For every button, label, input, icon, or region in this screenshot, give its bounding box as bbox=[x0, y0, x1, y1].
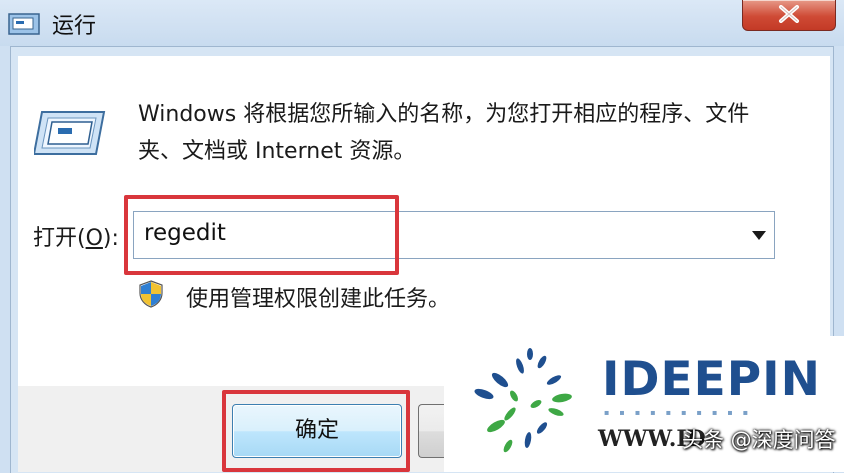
uac-shield-icon bbox=[139, 280, 163, 308]
highlight-box-ok bbox=[222, 390, 410, 472]
run-app-icon bbox=[8, 13, 40, 35]
watermark-brand: IDEEPIN bbox=[602, 352, 821, 407]
title-bar: 运行 bbox=[0, 0, 844, 46]
close-icon bbox=[779, 5, 799, 23]
description-text: Windows 将根据您所输入的名称，为您打开相应的程序、文件夹、文档或 Int… bbox=[138, 102, 750, 164]
open-label-suffix: ): bbox=[102, 226, 119, 251]
window-title: 运行 bbox=[52, 14, 97, 39]
dropdown-arrow-icon[interactable] bbox=[752, 231, 766, 240]
watermark-dots: ▪▪▪▪▪▪▪▪▪▪ bbox=[604, 408, 759, 417]
open-label-accel: O bbox=[85, 226, 103, 251]
admin-privilege-note: 使用管理权限创建此任务。 bbox=[186, 287, 451, 312]
open-label-prefix: 打开( bbox=[33, 226, 86, 251]
watermark-overlay-text: 头条 @深度问答 bbox=[682, 428, 836, 452]
highlight-box-input bbox=[124, 195, 399, 275]
swirl-logo-icon bbox=[474, 348, 572, 453]
close-button[interactable] bbox=[742, 0, 836, 31]
open-label: 打开(O): bbox=[33, 220, 119, 252]
run-dialog-icon bbox=[34, 111, 106, 155]
